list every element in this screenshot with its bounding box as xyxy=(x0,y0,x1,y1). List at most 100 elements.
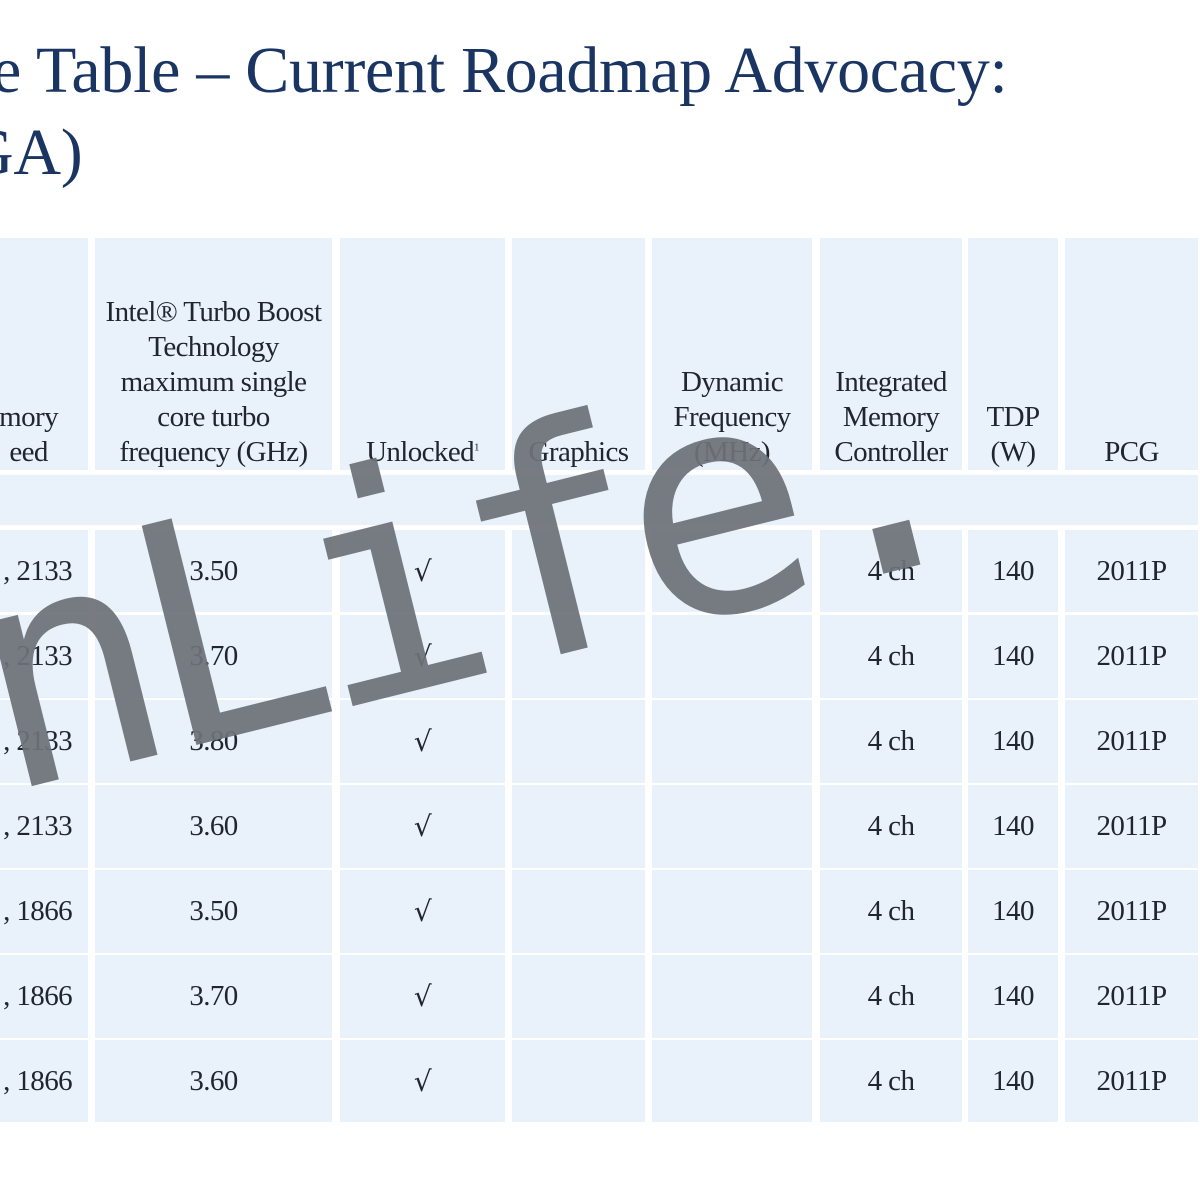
table-cell-tdp: 140 xyxy=(968,785,1058,868)
table-cell-graphics xyxy=(512,1040,645,1122)
column-header-imc: Integrated Memory Controller xyxy=(820,238,962,470)
cell-value: 140 xyxy=(992,725,1034,757)
cell-value: 4 ch xyxy=(867,554,915,587)
spec-table: mory eed Intel® Turbo Boost Technology ma… xyxy=(0,236,1200,1126)
table-cell-dynamic-freq xyxy=(652,1040,812,1122)
table-cell-tdp: 140 xyxy=(968,1040,1058,1122)
column-header-memory-speed: mory eed xyxy=(0,238,88,470)
table-cell-pcg: 2011P xyxy=(1065,870,1198,953)
table-cell-graphics xyxy=(512,870,645,953)
cell-value: , 2133 xyxy=(3,725,73,757)
table-cell-memory-speed: , 1866 xyxy=(0,1040,88,1122)
cell-value: , 2133 xyxy=(3,554,73,587)
table-cell-graphics xyxy=(512,785,645,868)
table-cell-dynamic-freq xyxy=(652,955,812,1038)
table-cell-turbo: 3.70 xyxy=(95,615,332,698)
table-cell-graphics xyxy=(512,615,645,698)
table-cell-pcg: 2011P xyxy=(1065,700,1198,783)
table-cell-tdp: 140 xyxy=(968,615,1058,698)
table-cell-unlocked: √ xyxy=(340,530,505,612)
cell-value: 140 xyxy=(992,895,1034,927)
table-cell-imc: 4 ch xyxy=(820,530,962,612)
table-cell-memory-speed: , 1866 xyxy=(0,955,88,1038)
table-cell-graphics xyxy=(512,700,645,783)
table-cell-memory-speed: , 2133 xyxy=(0,785,88,868)
table-cell-memory-speed: , 2133 xyxy=(0,700,88,783)
cell-value: , 1866 xyxy=(3,980,73,1012)
cell-value: 140 xyxy=(992,980,1034,1012)
cell-value: 3.60 xyxy=(189,810,238,842)
column-header-graphics: Graphics xyxy=(512,238,645,470)
cell-value: 4 ch xyxy=(867,725,915,757)
cell-value: 2011P xyxy=(1096,640,1167,672)
cell-value: 2011P xyxy=(1096,725,1167,757)
table-cell-dynamic-freq xyxy=(652,615,812,698)
cell-value: 2011P xyxy=(1096,895,1167,927)
cell-value: 4 ch xyxy=(867,895,915,927)
table-cell-dynamic-freq xyxy=(652,785,812,868)
cell-value: 3.50 xyxy=(189,554,238,587)
column-header-label: TDP (W) xyxy=(986,401,1041,468)
table-cell-imc: 4 ch xyxy=(820,1040,962,1122)
column-header-dynamic-freq: Dynamic Frequency (MHz) xyxy=(652,238,812,470)
cell-value: , 2133 xyxy=(3,640,73,672)
column-header-pcg: PCG xyxy=(1065,238,1198,470)
cell-value: 140 xyxy=(992,1064,1034,1097)
column-header-label: Intel® Turbo Boost Technology maximum si… xyxy=(105,296,322,468)
table-cell-unlocked: √ xyxy=(340,615,505,698)
table-cell-imc: 4 ch xyxy=(820,785,962,868)
table-cell-unlocked: √ xyxy=(340,700,505,783)
slide-title-line-1: e Table – Current Roadmap Advocacy: xyxy=(0,34,1008,107)
cell-value: 4 ch xyxy=(867,1064,915,1097)
table-cell-tdp: 140 xyxy=(968,870,1058,953)
table-cell-tdp: 140 xyxy=(968,955,1058,1038)
column-header-label: Integrated Memory Controller xyxy=(834,366,948,468)
cell-value: 3.60 xyxy=(189,1064,238,1097)
table-cell-unlocked: √ xyxy=(340,955,505,1038)
column-header-label: Graphics xyxy=(528,436,629,468)
section-band xyxy=(0,475,1198,525)
checkmark-icon: √ xyxy=(413,810,432,843)
table-cell-turbo: 3.50 xyxy=(95,530,332,612)
column-header-label: Dynamic Frequency (MHz) xyxy=(673,366,791,468)
table-cell-turbo: 3.80 xyxy=(95,700,332,783)
table-cell-imc: 4 ch xyxy=(820,615,962,698)
cell-value: 2011P xyxy=(1096,980,1167,1012)
cell-value: , 1866 xyxy=(3,1064,73,1097)
checkmark-icon: √ xyxy=(413,980,432,1013)
cell-value: 3.70 xyxy=(189,980,238,1012)
table-cell-pcg: 2011P xyxy=(1065,530,1198,612)
table-cell-turbo: 3.60 xyxy=(95,785,332,868)
table-cell-memory-speed: , 1866 xyxy=(0,870,88,953)
checkmark-icon: √ xyxy=(413,725,432,758)
table-cell-dynamic-freq xyxy=(652,700,812,783)
cell-value: 140 xyxy=(992,810,1034,842)
cell-value: 3.80 xyxy=(189,725,238,757)
table-cell-pcg: 2011P xyxy=(1065,785,1198,868)
table-cell-imc: 4 ch xyxy=(820,700,962,783)
column-header-label: PCG xyxy=(1104,436,1159,468)
cell-value: 4 ch xyxy=(867,810,915,842)
table-cell-graphics xyxy=(512,530,645,612)
cell-value: 140 xyxy=(992,554,1034,587)
table-cell-turbo: 3.70 xyxy=(95,955,332,1038)
slide-title: e Table – Current Roadmap Advocacy: GA) xyxy=(0,30,1008,194)
table-cell-pcg: 2011P xyxy=(1065,615,1198,698)
cell-value: 2011P xyxy=(1096,810,1167,842)
checkmark-icon: √ xyxy=(413,640,432,673)
table-cell-imc: 4 ch xyxy=(820,870,962,953)
table-cell-tdp: 140 xyxy=(968,700,1058,783)
checkmark-icon: √ xyxy=(413,1064,432,1098)
checkmark-icon: √ xyxy=(413,895,432,928)
column-header-unlocked: Unlocked1 xyxy=(340,238,505,470)
column-header-turbo: Intel® Turbo Boost Technology maximum si… xyxy=(95,238,332,470)
cell-value: 4 ch xyxy=(867,640,915,672)
table-cell-unlocked: √ xyxy=(340,1040,505,1122)
table-cell-tdp: 140 xyxy=(968,530,1058,612)
table-cell-pcg: 2011P xyxy=(1065,955,1198,1038)
column-header-tdp: TDP (W) xyxy=(968,238,1058,470)
table-cell-unlocked: √ xyxy=(340,785,505,868)
cell-value: 2011P xyxy=(1096,554,1167,587)
table-cell-turbo: 3.60 xyxy=(95,1040,332,1122)
table-cell-memory-speed: , 2133 xyxy=(0,530,88,612)
